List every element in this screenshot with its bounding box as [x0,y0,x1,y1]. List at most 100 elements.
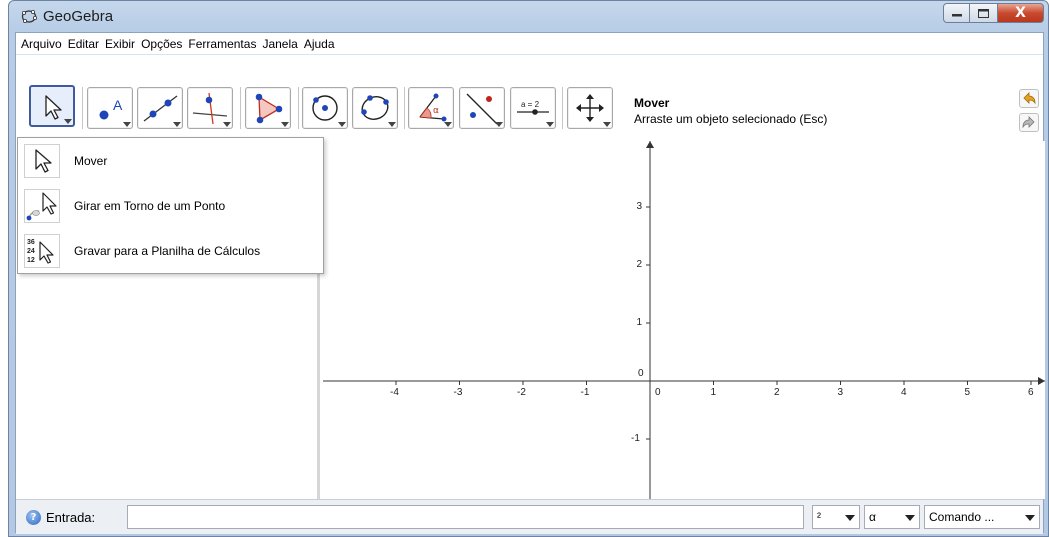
tool-menu-arrow [546,122,554,127]
undo-icon [1023,92,1036,105]
menu-editar[interactable]: Editar [65,37,102,51]
x-axis-tick-label: 2 [774,387,780,398]
tool-circle-button[interactable] [302,87,348,129]
dropdown-item-label: Gravar para a Planilha de Cálculos [74,244,261,258]
x-axis-tick-label: 0 [655,387,661,398]
redo-button[interactable] [1019,113,1039,132]
tool-help-title: Mover [634,96,670,110]
chevron-down-icon [1025,515,1035,521]
redo-icon [1022,116,1035,129]
conic-through-points-icon [361,95,389,120]
minimize-button[interactable] [943,3,970,23]
menu-arquivo[interactable]: Arquivo [18,37,65,51]
tool-conic-button[interactable] [352,87,398,129]
symbols-select-value: ² [817,510,821,524]
svg-text:α: α [433,106,439,116]
toolbar-separator [82,87,83,129]
dropdown-item-label: Girar em Torno de um Ponto [74,199,226,213]
close-button[interactable]: X [998,3,1044,23]
close-icon: X [1015,5,1026,21]
toolbar-separator [562,87,563,129]
tool-menu-arrow [444,122,452,127]
spreadsheet-icon-number: 12 [27,257,35,264]
tool-slider-button[interactable]: a = 2 [510,87,556,129]
tool-help: Mover Arraste um objeto selecionado (Esc… [634,96,827,126]
input-label: Entrada: [46,510,96,525]
x-axis-tick-label: -2 [517,387,526,398]
tool-move-button[interactable] [29,85,75,127]
tool-menu-arrow [123,122,131,127]
circle-center-point-icon [312,95,338,121]
y-axis-tick-label: 2 [636,259,643,270]
move-graphics-view-icon [576,94,604,122]
tool-move-graphics-button[interactable] [567,87,613,129]
toolbar: A α a = 2 Mover Arraste um objeto seleci… [16,55,1043,141]
y-axis-tick-label: 3 [636,201,643,212]
tool-line-button[interactable] [137,87,183,129]
toolbar-separator [240,87,241,129]
geogebra-logo-icon [21,9,37,23]
chevron-down-icon [845,515,855,521]
reflect-about-line-icon [466,93,498,125]
input-field[interactable] [127,505,804,529]
x-axis-tick-label: 5 [964,387,971,398]
x-axis-tick-label: 4 [901,387,907,398]
undo-button[interactable] [1019,89,1039,108]
x-axis-tick-label: 6 [1028,387,1034,398]
y-axis-tick-label: 0 [638,368,644,379]
line-through-two-points-icon [143,95,178,122]
menu-janela[interactable]: Janela [259,37,300,51]
dropdown-item-rotate[interactable]: Girar em Torno de um Ponto [24,188,319,224]
dropdown-item-label: Mover [74,154,108,168]
toolbar-separator [404,87,405,129]
slider-icon: a = 2 [517,100,549,115]
menu-ajuda[interactable]: Ajuda [301,37,338,51]
tool-menu-arrow [173,122,181,127]
dropdown-item-move[interactable]: Mover [24,143,319,179]
maximize-icon [978,8,989,18]
menu-bar: Arquivo Editar Exibir Opções Ferramentas… [16,33,1043,55]
tool-menu-arrow [64,119,72,124]
title-bar[interactable]: GeoGebra X [9,1,1048,31]
perpendicular-line-icon [192,92,228,125]
dropdown-item-record-spreadsheet[interactable]: 36 24 12 Gravar para a Planilha de Cálcu… [24,233,319,269]
menu-opcoes[interactable]: Opções [138,37,185,51]
x-axis-tick-label: -4 [390,387,399,398]
new-point-icon: A [99,97,123,120]
tool-help-description: Arraste um objeto selecionado (Esc) [634,112,828,126]
window-controls: X [943,3,1044,23]
spreadsheet-icon-number: 36 [27,239,35,246]
tool-menu-arrow [495,122,503,127]
graphics-view[interactable]: -4 -3 -2 -1 0 1 2 3 4 5 6 3 2 1 0 -1 [323,141,1045,499]
tool-reflect-button[interactable] [459,87,505,129]
greek-select-value: α [869,510,876,524]
y-axis-tick-label: -1 [631,433,640,444]
x-axis-tick-label: -3 [453,387,463,398]
rotate-around-point-icon [24,189,60,223]
chevron-down-icon [905,515,915,521]
maximize-button[interactable] [970,3,998,23]
menu-exibir[interactable]: Exibir [102,37,138,51]
tool-menu-arrow [223,122,231,127]
input-bar: ? Entrada: ² α Comando ... [16,499,1043,534]
tool-perpendicular-button[interactable] [187,87,233,129]
tool-menu-arrow [603,122,611,127]
symbols-select[interactable]: ² [812,505,860,529]
svg-text:A: A [113,97,123,113]
spreadsheet-icon-number: 24 [27,248,35,255]
command-select[interactable]: Comando ... [924,505,1040,529]
tool-angle-button[interactable]: α [408,87,454,129]
tool-menu-arrow [281,122,289,127]
app-client-area: Arquivo Editar Exibir Opções Ferramentas… [15,32,1045,534]
command-select-value: Comando ... [929,510,995,524]
tool-polygon-button[interactable] [245,87,291,129]
tool-point-button[interactable]: A [87,87,133,129]
help-icon[interactable]: ? [26,510,41,525]
tool-menu-arrow [388,122,396,127]
coordinate-axes [323,141,1045,499]
y-axis-tick-label: 1 [636,317,643,328]
greek-select[interactable]: α [864,505,920,529]
menu-ferramentas[interactable]: Ferramentas [185,37,259,51]
x-axis-tick-label: -1 [580,387,590,398]
toolbar-separator [298,87,299,129]
